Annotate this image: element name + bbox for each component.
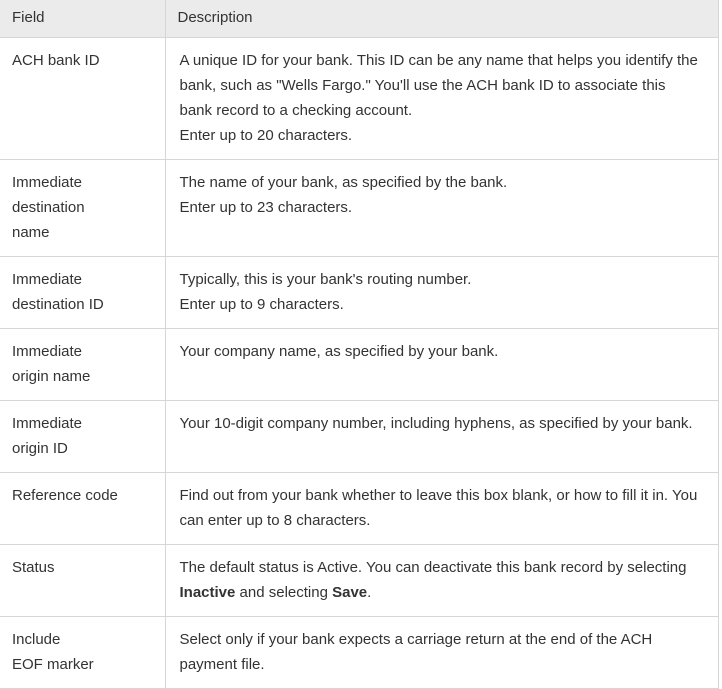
field-name-line: Include xyxy=(12,631,61,648)
field-name-cell: Status xyxy=(0,544,166,617)
field-name-line: Status xyxy=(12,559,55,576)
field-name-cell: Immediate origin ID xyxy=(0,400,166,473)
field-name-line: Immediate xyxy=(12,415,83,432)
field-name-cell: Reference code xyxy=(0,472,166,545)
field-name-cell: Immediate destination name xyxy=(0,159,166,257)
field-name-cell: ACH bank ID xyxy=(0,37,166,160)
table-row: Reference code Find out from your bank wh… xyxy=(0,472,719,545)
description-text: . xyxy=(367,584,372,601)
field-name-line: name xyxy=(12,224,50,241)
description-paragraph: Your 10-digit company number, including … xyxy=(179,415,693,432)
table-row: Status The default status is Active. You … xyxy=(0,544,719,617)
field-description-cell: Your company name, as specified by your … xyxy=(165,328,719,401)
field-description-cell: The name of your bank, as specified by t… xyxy=(165,159,719,257)
table-row: Immediate origin name Your company name, a… xyxy=(0,328,719,401)
field-name-cell: Include EOF marker xyxy=(0,616,166,689)
description-text: The default status is Active. You can de… xyxy=(179,559,687,576)
table-row: ACH bank ID A unique ID for your bank. Th… xyxy=(0,37,719,160)
column-header-description: Description xyxy=(165,0,719,38)
description-paragraph: Your company name, as specified by your … xyxy=(179,343,499,360)
field-name-line: ACH bank ID xyxy=(12,52,100,69)
field-description-cell: The default status is Active. You can de… xyxy=(165,544,719,617)
field-name-line: Immediate xyxy=(12,174,83,191)
table-row: Immediate destination ID Typically, this i… xyxy=(0,256,719,329)
field-description-table: Field Description ACH bank ID A unique ID… xyxy=(0,0,719,689)
description-paragraph: The default status is Active. You can de… xyxy=(180,555,702,605)
emphasized-term: Inactive xyxy=(179,584,236,601)
description-paragraph: The name of your bank, as specified by t… xyxy=(179,174,508,191)
field-name-line: destination xyxy=(12,199,85,216)
field-name-line: Immediate xyxy=(12,271,83,288)
field-name-cell: Immediate destination ID xyxy=(0,256,166,329)
field-description-cell: Select only if your bank expects a carri… xyxy=(165,616,719,689)
emphasized-term: Save xyxy=(332,584,368,601)
description-text: and selecting xyxy=(235,584,333,601)
table-header: Field Description xyxy=(0,0,719,38)
description-paragraph: A unique ID for your bank. This ID can b… xyxy=(179,52,698,119)
description-paragraph: Find out from your bank whether to leave… xyxy=(179,487,698,529)
description-paragraph: Enter up to 23 characters. xyxy=(179,199,353,216)
table-row: Immediate destination name The name of your… xyxy=(0,159,719,257)
description-paragraph: Enter up to 9 characters. xyxy=(179,296,344,313)
field-description-cell: A unique ID for your bank. This ID can b… xyxy=(165,37,719,160)
field-name-line: origin name xyxy=(12,368,91,385)
field-name-cell: Immediate origin name xyxy=(0,328,166,401)
table-row: Immediate origin ID Your 10-digit company … xyxy=(0,400,719,473)
field-name-line: origin ID xyxy=(12,440,68,457)
field-name-line: destination ID xyxy=(12,296,104,313)
field-description-cell: Your 10-digit company number, including … xyxy=(165,400,719,473)
field-name-line: Reference code xyxy=(12,487,118,504)
table-row: Include EOF marker Select only if your ban… xyxy=(0,616,719,689)
table-header-row: Field Description xyxy=(0,0,719,38)
field-name-line: EOF marker xyxy=(12,656,94,673)
table-body: ACH bank ID A unique ID for your bank. Th… xyxy=(0,37,719,689)
field-description-cell: Typically, this is your bank's routing n… xyxy=(165,256,719,329)
description-paragraph: Enter up to 20 characters. xyxy=(179,127,353,144)
field-description-cell: Find out from your bank whether to leave… xyxy=(165,472,719,545)
field-name-line: Immediate xyxy=(12,343,83,360)
description-paragraph: Typically, this is your bank's routing n… xyxy=(179,271,472,288)
column-header-field: Field xyxy=(0,0,166,38)
description-paragraph: Select only if your bank expects a carri… xyxy=(179,631,653,673)
